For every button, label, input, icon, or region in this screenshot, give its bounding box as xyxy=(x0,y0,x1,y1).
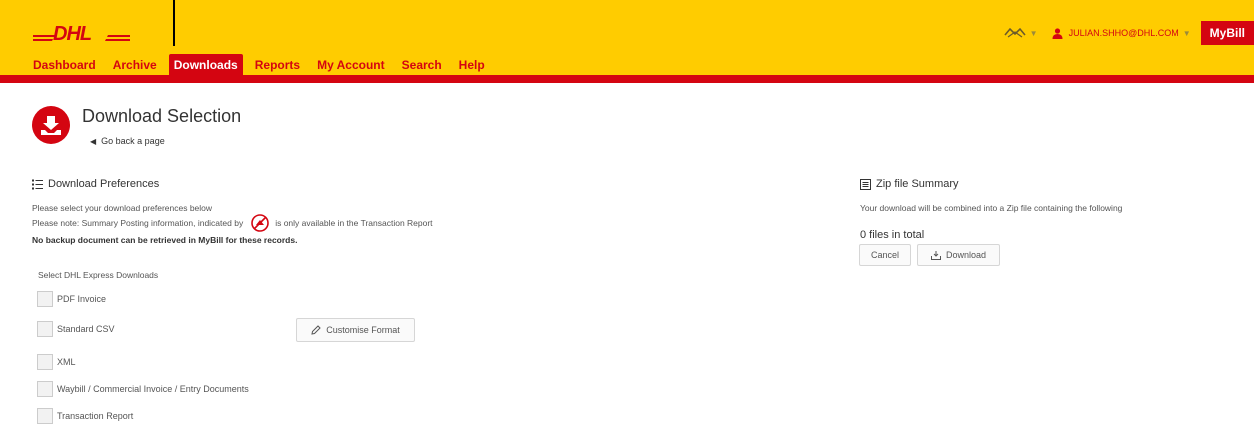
cancel-button[interactable]: Cancel xyxy=(859,244,911,266)
nav-archive[interactable]: Archive xyxy=(108,54,162,76)
download-button[interactable]: Download xyxy=(917,244,1000,266)
zip-description: Your download will be combined into a Zi… xyxy=(860,203,1123,213)
caret-down-icon[interactable]: ▼ xyxy=(1030,29,1038,38)
download-label: Download xyxy=(945,250,987,260)
list-icon xyxy=(32,179,43,189)
cancel-label: Cancel xyxy=(870,250,899,260)
nav-help[interactable]: Help xyxy=(454,54,490,76)
preferences-heading-text: Download Preferences xyxy=(48,178,160,190)
nav-search[interactable]: Search xyxy=(397,54,447,76)
preferences-heading: Download Preferences xyxy=(32,178,159,190)
note-text-before: Please note: Summary Posting information… xyxy=(32,218,244,228)
pencil-icon xyxy=(311,325,321,335)
customise-format-button[interactable]: Customise Format xyxy=(296,318,415,342)
nav-my-account[interactable]: My Account xyxy=(312,54,390,76)
customise-format-label: Customise Format xyxy=(326,325,400,335)
option-label: Waybill / Commercial Invoice / Entry Doc… xyxy=(57,384,249,394)
option-xml[interactable]: XML xyxy=(37,354,76,370)
option-waybill-documents[interactable]: Waybill / Commercial Invoice / Entry Doc… xyxy=(37,381,249,397)
mybill-badge[interactable]: MyBill xyxy=(1200,21,1254,45)
checkbox[interactable] xyxy=(37,354,53,370)
checkbox[interactable] xyxy=(37,408,53,424)
download-icon xyxy=(32,106,70,144)
summary-posting-note: Please note: Summary Posting information… xyxy=(32,214,433,232)
header-account-area: ▼ JULIAN.SHHO@DHL.COM ▼ MyBill xyxy=(1004,21,1254,45)
user-email[interactable]: JULIAN.SHHO@DHL.COM xyxy=(1069,28,1179,38)
document-icon xyxy=(860,178,871,190)
zip-summary-heading: Zip file Summary xyxy=(860,178,959,190)
option-transaction-report[interactable]: Transaction Report xyxy=(37,408,133,424)
chevron-left-icon: ◀ xyxy=(90,137,97,146)
option-label: Standard CSV xyxy=(57,324,115,334)
cursor-indicator xyxy=(173,0,175,46)
note-text-after: is only available in the Transaction Rep… xyxy=(275,218,433,228)
main-nav: Dashboard Archive Downloads Reports My A… xyxy=(28,54,497,76)
checkbox[interactable] xyxy=(37,291,53,307)
dhl-logo[interactable]: DHL xyxy=(33,21,130,43)
page-title: Download Selection xyxy=(82,106,242,126)
select-downloads-label: Select DHL Express Downloads xyxy=(38,270,159,280)
files-total: 0 files in total xyxy=(860,229,925,241)
option-pdf-invoice[interactable]: PDF Invoice xyxy=(37,291,106,307)
option-label: PDF Invoice xyxy=(57,294,107,304)
nav-reports[interactable]: Reports xyxy=(250,54,305,76)
checkbox[interactable] xyxy=(37,321,53,337)
header-red-stripe xyxy=(0,75,1254,83)
backup-warning: No backup document can be retrieved in M… xyxy=(32,235,298,245)
option-label: XML xyxy=(57,357,76,367)
preferences-instruction: Please select your download preferences … xyxy=(32,203,213,213)
user-icon xyxy=(1052,27,1063,39)
user-menu-caret-icon[interactable]: ▼ xyxy=(1183,29,1191,38)
checkbox[interactable] xyxy=(37,381,53,397)
option-standard-csv[interactable]: Standard CSV xyxy=(37,321,115,337)
option-label: Transaction Report xyxy=(57,411,134,421)
zip-summary-heading-text: Zip file Summary xyxy=(876,178,959,190)
nav-downloads[interactable]: Downloads xyxy=(168,54,243,76)
go-back-label: Go back a page xyxy=(101,136,165,146)
svg-text:DHL: DHL xyxy=(53,23,92,43)
nav-dashboard[interactable]: Dashboard xyxy=(28,54,101,76)
eagle-icon[interactable] xyxy=(1004,26,1026,40)
download-icon xyxy=(930,250,941,260)
go-back-link[interactable]: ◀ Go back a page xyxy=(90,136,165,146)
summary-posting-icon xyxy=(251,214,270,232)
